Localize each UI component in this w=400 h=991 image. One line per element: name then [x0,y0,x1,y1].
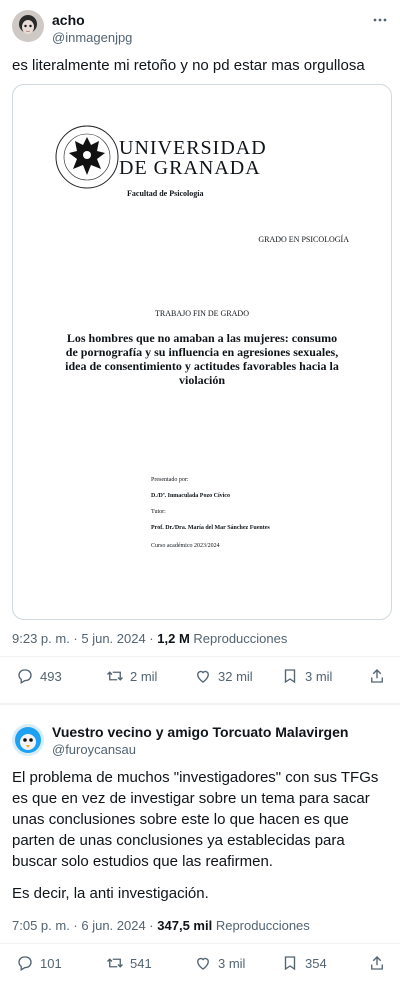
user-handle[interactable]: @furoycansau [52,742,136,757]
more-icon[interactable] [372,12,388,33]
heart-icon [197,957,209,970]
tweet-separator [0,703,400,705]
avatar[interactable] [12,10,44,42]
divider [0,943,400,944]
reply-button[interactable]: 493 [16,667,62,685]
bookmark-icon [284,956,296,971]
tweet-actions: 101 541 3 mil 354 [0,954,400,982]
like-button[interactable]: 32 mil [194,667,253,685]
bookmark-button[interactable]: 354 [281,954,327,972]
tweet-meta: 9:23 p. m. · 5 jun. 2024 · 1,2 M Reprodu… [12,631,287,646]
tweet-actions: 493 2 mil 32 mil 3 mil [0,667,400,695]
degree-name: GRADO EN PSICOLOGÍA [258,235,349,244]
reply-count: 101 [40,955,62,971]
tweet-image[interactable]: UNIVERSIDAD DE GRANADA Facultad de Psico… [12,84,392,620]
share-icon [371,669,383,683]
views-label: Reproducciones [215,918,310,933]
user-handle[interactable]: @inmagenjpg [52,30,132,45]
faculty-name: Facultad de Psicología [127,189,204,198]
share-button[interactable] [368,667,386,685]
timestamp[interactable]: 9:23 p. m. · 5 jun. 2024 · [12,631,154,646]
work-type: TRABAJO FIN DE GRADO [154,309,249,318]
university-name-line2: DE GRANADA [119,157,261,179]
thesis-title: Los hombres que no amaban a las mujeres:… [65,331,339,387]
retweet-button[interactable]: 2 mil [106,667,157,685]
tweet-text: es literalmente mi retoño y no pd estar … [12,57,365,74]
university-seal [55,125,119,189]
reply-icon [18,669,32,684]
avatar[interactable] [12,724,44,756]
like-count: 32 mil [218,668,253,684]
views-label: Reproducciones [193,631,288,646]
share-icon [371,956,383,970]
retweet-icon [107,958,123,968]
tweet-text-p2: Es decir, la anti investigación. [12,885,209,902]
tutor-name: Prof. Dr./Dra. María del Mar Sánchez Fue… [151,525,270,531]
retweet-count: 541 [130,955,152,971]
tweet-meta: 7:05 p. m. · 6 jun. 2024 · 347,5 mil Rep… [12,918,310,933]
retweet-icon [107,671,123,681]
tutor-label: Tutor: [151,509,166,515]
divider [0,656,400,657]
reply-icon [18,956,32,971]
view-count: 347,5 mil [157,918,213,933]
reply-count: 493 [40,668,62,684]
bookmark-count: 354 [305,955,327,971]
bookmark-button[interactable]: 3 mil [281,667,332,685]
bookmark-count: 3 mil [305,668,333,684]
share-button[interactable] [368,954,386,972]
user-name[interactable]: Vuestro vecino y amigo Torcuato Malavirg… [52,724,348,740]
retweet-button[interactable]: 541 [106,954,152,972]
presented-by-label: Presentado por: [151,477,189,483]
heart-icon [197,670,209,683]
bookmark-icon [284,669,296,684]
tweet-reply[interactable]: Vuestro vecino y amigo Torcuato Malavirg… [0,706,400,991]
timestamp[interactable]: 7:05 p. m. · 6 jun. 2024 · [12,918,154,933]
like-count: 3 mil [218,955,246,971]
author-name: D./Dª. Inmaculada Pozo Cívico [151,493,230,499]
reply-button[interactable]: 101 [16,954,62,972]
user-name[interactable]: acho [52,12,85,28]
tweet-text-p1: El problema de muchos "investigadores" c… [12,769,379,870]
retweet-count: 2 mil [130,668,158,684]
view-count: 1,2 M [157,631,190,646]
like-button[interactable]: 3 mil [194,954,245,972]
course-year: Curso académico 2023/2024 [151,543,220,549]
tweet-original[interactable]: acho @inmagenjpg es literalmente mi reto… [0,0,400,700]
